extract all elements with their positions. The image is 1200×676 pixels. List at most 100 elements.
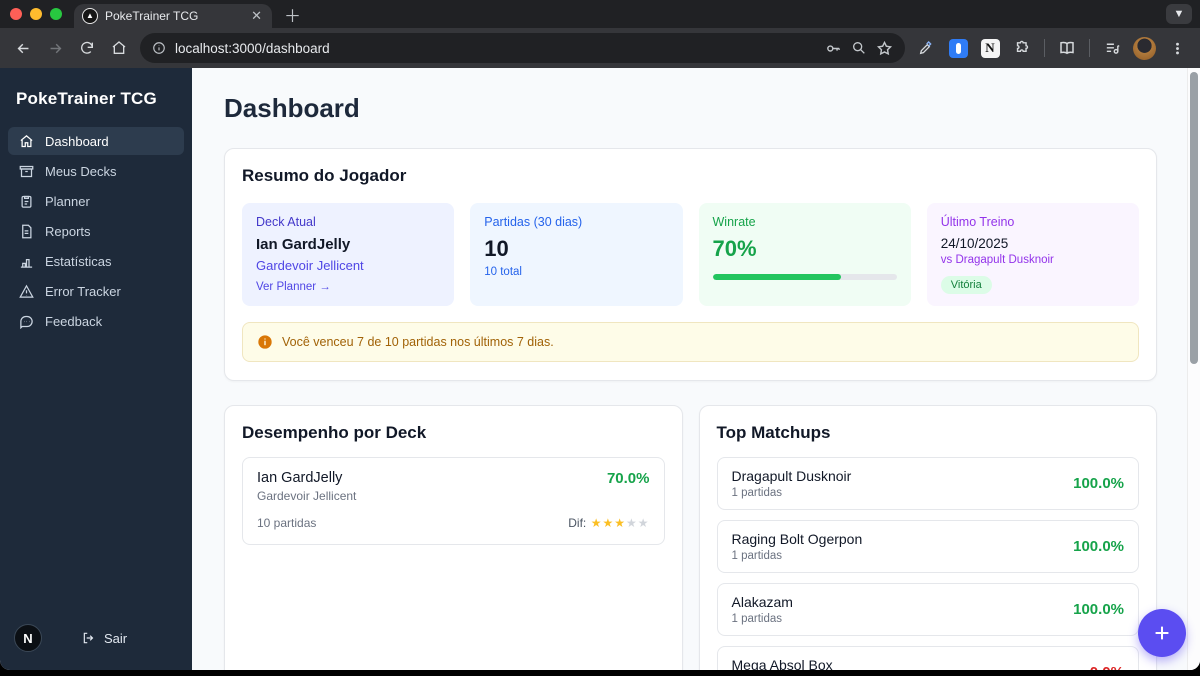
- matchup-winrate: 100.0%: [1073, 538, 1124, 555]
- forward-icon[interactable]: [40, 33, 70, 63]
- sidebar-item-planner[interactable]: Planner: [8, 187, 184, 215]
- tab-groups-list-icon[interactable]: [1097, 33, 1127, 63]
- sidebar-item-feedback[interactable]: Feedback: [8, 307, 184, 335]
- sidebar-item-label: Planner: [45, 193, 90, 209]
- matchup-list: Dragapult Dusknoir 1 partidas 100.0% Rag…: [716, 457, 1139, 670]
- sidebar-item-dashboard[interactable]: Dashboard: [8, 127, 184, 155]
- sidebar-item-label: Estatísticas: [45, 253, 112, 269]
- sidebar-item-label: Dashboard: [45, 133, 109, 149]
- matchup-name: Dragapult Dusknoir: [731, 468, 852, 484]
- back-icon[interactable]: [8, 33, 38, 63]
- player-summary-card: Resumo do Jogador Deck Atual Ian GardJel…: [224, 148, 1157, 381]
- sidebar-item-reports[interactable]: Reports: [8, 217, 184, 245]
- browser-tab[interactable]: ▲ PokeTrainer TCG ✕: [74, 4, 272, 28]
- stat-label: Winrate: [712, 215, 756, 229]
- current-deck-name: Ian GardJelly: [256, 236, 351, 253]
- matchup-row[interactable]: Dragapult Dusknoir 1 partidas 100.0%: [716, 457, 1139, 510]
- matchup-name: Alakazam: [731, 594, 793, 610]
- chat-bubble-icon: [20, 315, 33, 329]
- matchup-winrate: 100.0%: [1073, 601, 1124, 618]
- matchup-matches: 1 partidas: [731, 487, 783, 499]
- info-icon: [258, 335, 272, 349]
- sidebar-item-estatisticas[interactable]: Estatísticas: [8, 247, 184, 275]
- matchup-name: Mega Absol Box: [731, 657, 833, 670]
- bookmark-star-icon[interactable]: [876, 40, 893, 57]
- matchup-winrate: 0.0%: [1090, 664, 1124, 670]
- view-planner-link[interactable]: Ver Planner →: [256, 281, 440, 293]
- sidebar-item-label: Feedback: [45, 313, 103, 329]
- url-text: localhost:3000/dashboard: [175, 40, 330, 56]
- stat-label: Partidas (30 dias): [484, 215, 583, 229]
- deck-box-icon: [19, 165, 34, 177]
- maximize-window-button[interactable]: [50, 8, 62, 20]
- traffic-lights: [0, 8, 74, 20]
- page-scrollbar[interactable]: [1187, 68, 1200, 670]
- browser-window: ▲ PokeTrainer TCG ✕ ＋ ▼ localhost:3000/d…: [0, 0, 1200, 670]
- reading-list-book-icon[interactable]: [1052, 33, 1082, 63]
- main-area: Dashboard Resumo do Jogador Deck Atual I…: [192, 68, 1200, 670]
- browser-profile-avatar[interactable]: [1133, 36, 1156, 60]
- plus-icon: [1155, 626, 1169, 640]
- stat-label: Deck Atual: [256, 215, 316, 229]
- browser-menu-dots-icon[interactable]: [1162, 33, 1192, 63]
- sidebar: PokeTrainer TCG Dashboard Meus Decks Pla…: [0, 68, 192, 670]
- reload-icon[interactable]: [72, 33, 102, 63]
- main-content: Dashboard Resumo do Jogador Deck Atual I…: [192, 68, 1187, 670]
- deck-item-name: Ian GardJelly: [257, 470, 343, 486]
- sidebar-item-error-tracker[interactable]: Error Tracker: [8, 277, 184, 305]
- user-avatar[interactable]: N: [14, 624, 42, 652]
- last-training-date: 24/10/2025: [940, 236, 1009, 251]
- app-brand: PokeTrainer TCG: [16, 89, 157, 108]
- current-deck-stat-card: Deck Atual Ian GardJelly Gardevoir Jelli…: [242, 203, 455, 306]
- page-title: Dashboard: [224, 93, 360, 123]
- clipboard-icon: [21, 195, 32, 208]
- logout-icon: [83, 632, 94, 644]
- weekly-summary-alert: Você venceu 7 de 10 partidas nos últimos…: [242, 322, 1139, 362]
- sidebar-item-label: Meus Decks: [45, 163, 117, 179]
- deck-performance-item[interactable]: Ian GardJelly Gardevoir Jellicent 70.0% …: [242, 457, 665, 545]
- notion-extension-icon[interactable]: N: [975, 33, 1005, 63]
- eyedropper-extension-icon[interactable]: [911, 33, 941, 63]
- new-tab-button[interactable]: ＋: [284, 2, 301, 27]
- logout-button[interactable]: Sair: [82, 631, 127, 646]
- address-bar[interactable]: localhost:3000/dashboard: [140, 33, 905, 63]
- browser-toolbar: localhost:3000/dashboard N: [0, 28, 1200, 68]
- site-info-icon[interactable]: [152, 41, 166, 55]
- warning-triangle-icon: [19, 284, 34, 298]
- result-badge: Vitória: [940, 276, 992, 294]
- matchup-row[interactable]: Mega Absol Box 1 partidas 0.0%: [716, 646, 1139, 670]
- difficulty-stars-empty-icon: ★★: [625, 516, 650, 530]
- close-window-button[interactable]: [10, 8, 22, 20]
- home-icon: [20, 134, 33, 147]
- summary-title: Resumo do Jogador: [242, 166, 407, 185]
- matches-stat-card: Partidas (30 dias) 10 10 total: [470, 203, 683, 306]
- extensions-puzzle-icon[interactable]: [1007, 33, 1037, 63]
- winrate-value: 70%: [712, 236, 757, 261]
- tab-close-icon[interactable]: ✕: [249, 8, 264, 24]
- home-toolbar-icon[interactable]: [104, 33, 134, 63]
- matches-total: 10 total: [484, 266, 522, 278]
- zoom-icon[interactable]: [851, 40, 867, 56]
- deck-performance-card: Desempenho por Deck Ian GardJelly Gardev…: [224, 405, 683, 670]
- sidebar-item-label: Error Tracker: [45, 283, 121, 299]
- matchup-row[interactable]: Raging Bolt Ogerpon 1 partidas 100.0%: [716, 520, 1139, 573]
- stat-label: Último Treino: [940, 215, 1015, 229]
- scrollbar-thumb[interactable]: [1190, 72, 1198, 364]
- last-training-opponent: vs Dragapult Dusknoir: [940, 254, 1054, 266]
- tab-search-chevron-icon[interactable]: ▼: [1166, 4, 1192, 24]
- deck-performance-title: Desempenho por Deck: [242, 423, 427, 442]
- deck-item-archetype: Gardevoir Jellicent: [257, 489, 357, 503]
- sidebar-item-meus-decks[interactable]: Meus Decks: [8, 157, 184, 185]
- tab-favicon-icon: ▲: [82, 8, 98, 24]
- blue-extension-icon[interactable]: [943, 33, 973, 63]
- sidebar-nav: Dashboard Meus Decks Planner Reports Est…: [0, 125, 192, 337]
- minimize-window-button[interactable]: [30, 8, 42, 20]
- matchup-row[interactable]: Alakazam 1 partidas 100.0%: [716, 583, 1139, 636]
- document-icon: [22, 224, 32, 238]
- add-button[interactable]: [1138, 609, 1186, 657]
- top-matchups-card: Top Matchups Dragapult Dusknoir 1 partid…: [698, 405, 1157, 670]
- passwords-key-icon[interactable]: [825, 40, 842, 57]
- difficulty-stars-filled-icon: ★★★: [590, 516, 626, 530]
- tab-title: PokeTrainer TCG: [105, 9, 199, 23]
- matchup-winrate: 100.0%: [1073, 475, 1124, 492]
